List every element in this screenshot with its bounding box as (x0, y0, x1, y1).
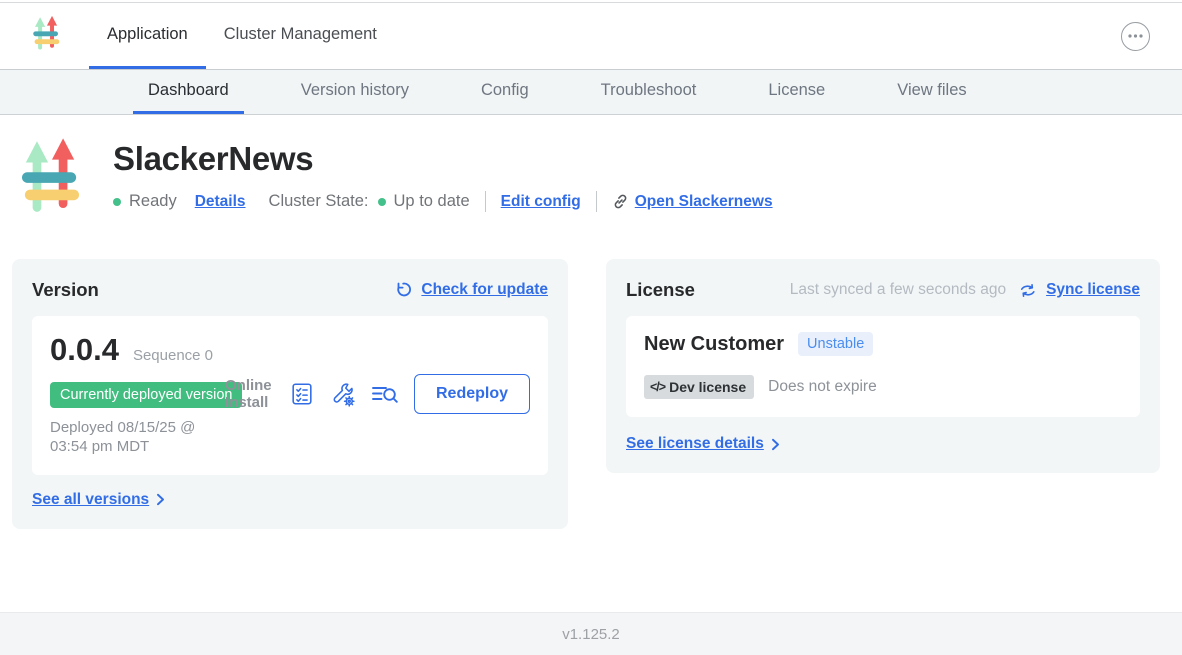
chevron-right-icon (156, 493, 165, 506)
open-app-link[interactable]: Open Slackernews (635, 193, 773, 211)
version-number: 0.0.4 (50, 332, 119, 368)
license-type-label: Dev license (669, 379, 746, 395)
status-details-link[interactable]: Details (195, 193, 246, 211)
edit-config-link[interactable]: Edit config (501, 193, 581, 211)
chevron-right-icon (771, 438, 780, 451)
tab-license[interactable]: License (753, 70, 840, 114)
tab-cluster-management[interactable]: Cluster Management (206, 3, 395, 69)
check-for-update-link[interactable]: Check for update (421, 281, 548, 299)
tab-version-history[interactable]: Version history (286, 70, 424, 114)
license-panel: New Customer Unstable </> Dev license Do… (626, 316, 1140, 417)
install-type-label: Online Install (225, 377, 275, 412)
config-wrench-gear-icon[interactable] (329, 381, 356, 408)
ellipsis-icon (1128, 34, 1143, 38)
tab-application[interactable]: Application (89, 3, 206, 69)
app-status-label: Ready (129, 192, 177, 211)
app-status-row: Ready Details Cluster State: Up to date … (113, 191, 773, 212)
sync-arrows-icon (1019, 282, 1037, 299)
overflow-menu-button[interactable] (1121, 22, 1150, 51)
tab-troubleshoot[interactable]: Troubleshoot (586, 70, 712, 114)
license-card-title: License (626, 279, 695, 301)
app-logo-icon (33, 15, 60, 58)
redeploy-button[interactable]: Redeploy (414, 374, 530, 414)
app-logo-large (22, 136, 80, 225)
top-tabs: Application Cluster Management (89, 3, 395, 69)
license-card: License Last synced a few seconds ago Sy… (606, 259, 1160, 473)
see-license-details-link[interactable]: See license details (626, 435, 764, 453)
preflight-checks-icon[interactable] (289, 381, 315, 407)
app-sub-navigation: Dashboard Version history Config Trouble… (0, 69, 1182, 115)
deployed-badge: Currently deployed version (50, 382, 242, 408)
console-version: v1.125.2 (562, 626, 620, 643)
channel-badge: Unstable (798, 332, 873, 356)
dashboard-cards: Version Check for update 0.0.4 Sequ (12, 259, 1160, 529)
see-all-versions-link[interactable]: See all versions (32, 491, 149, 509)
top-navigation: Application Cluster Management (0, 3, 1182, 69)
page-title: SlackerNews (113, 140, 773, 178)
deployed-timestamp: Deployed 08/15/25 @ 03:54 pm MDT (50, 419, 225, 457)
version-card-title: Version (32, 279, 99, 301)
license-expiry: Does not expire (768, 378, 877, 396)
cluster-state-value: Up to date (394, 192, 470, 211)
tab-config[interactable]: Config (466, 70, 544, 114)
app-ready-dot-icon (113, 198, 121, 206)
tab-dashboard[interactable]: Dashboard (133, 70, 244, 114)
cluster-state-dot-icon (378, 198, 386, 206)
tab-view-files[interactable]: View files (882, 70, 981, 114)
code-icon: </> (650, 380, 665, 394)
version-sequence: Sequence 0 (133, 347, 213, 364)
sync-license-link[interactable]: Sync license (1046, 281, 1140, 299)
refresh-icon (394, 281, 412, 299)
view-logs-search-icon[interactable] (370, 381, 400, 407)
customer-name: New Customer (644, 333, 784, 356)
current-version-panel: 0.0.4 Sequence 0 Currently deployed vers… (32, 316, 548, 475)
external-link-chain-icon (612, 193, 629, 210)
license-type-badge: </> Dev license (644, 375, 754, 399)
divider (485, 191, 486, 212)
divider (596, 191, 597, 212)
console-footer: v1.125.2 (0, 612, 1182, 655)
cluster-state-label: Cluster State: (269, 192, 369, 211)
app-header: SlackerNews Ready Details Cluster State:… (0, 115, 1182, 225)
last-synced-text: Last synced a few seconds ago (790, 281, 1006, 299)
version-card: Version Check for update 0.0.4 Sequ (12, 259, 568, 529)
dashboard-main: SlackerNews Ready Details Cluster State:… (0, 115, 1182, 529)
